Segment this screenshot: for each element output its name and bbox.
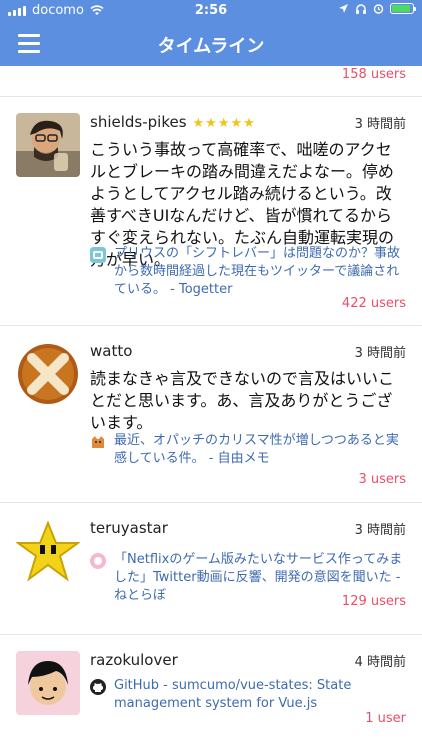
navigation-bar: タイムライン: [0, 22, 422, 66]
entry-title[interactable]: GitHub - sumcumo/vue-states: State manag…: [114, 677, 404, 713]
alarm-icon: [373, 4, 384, 14]
entry-link[interactable]: プリウスの「シフトレバー」は問題なのか？事故から数時間経過した現在もツイッターで…: [90, 245, 404, 299]
users-count[interactable]: 1 user: [365, 711, 406, 726]
status-right: [338, 3, 416, 14]
timestamp: 4 時間前: [354, 655, 406, 670]
timeline-item[interactable]: shields-pikes ★★★★★ 3 時間前 こういう事故って高確率で、咄嗟…: [0, 97, 422, 326]
entry-title[interactable]: 最近、オパッチのカリスマ性が増しつつあると実感している件。 - 自由メモ: [114, 432, 404, 468]
battery-icon: [390, 3, 416, 14]
headphones-icon: [356, 4, 366, 14]
top-bar: docomo 2:56 タイムライン: [0, 0, 422, 66]
cat-favicon-icon: [92, 436, 104, 448]
location-icon: [339, 4, 348, 13]
timeline-item[interactable]: teruyastar 3 時間前 「Netflixのゲーム版みたいなサービス作っ…: [0, 503, 422, 635]
entry-link[interactable]: 最近、オパッチのカリスマ性が増しつつあると実感している件。 - 自由メモ: [90, 432, 404, 468]
users-count[interactable]: 158 users: [342, 67, 406, 82]
user-name[interactable]: shields-pikes ★★★★★: [90, 113, 256, 131]
netorabo-favicon-icon: [90, 553, 106, 569]
timeline-item[interactable]: watto 3 時間前 読まなきゃ言及できないので言及はいいことだと思います。あ…: [0, 326, 422, 503]
users-count[interactable]: 3 users: [358, 472, 406, 487]
star-rating: ★★★★★: [192, 116, 256, 131]
user-name[interactable]: razokulover: [90, 651, 178, 669]
timeline-feed[interactable]: 158 users shields-pikes ★★★★★ 3 時間前 こういう事…: [0, 66, 422, 750]
users-count[interactable]: 129 users: [342, 594, 406, 609]
avatar[interactable]: [16, 651, 80, 715]
entry-link[interactable]: GitHub - sumcumo/vue-states: State manag…: [90, 677, 404, 713]
togetter-favicon-icon: [90, 247, 106, 263]
timeline-item-partial[interactable]: 158 users: [0, 66, 422, 97]
timestamp: 3 時間前: [354, 117, 406, 132]
github-icon: [90, 679, 106, 695]
timestamp: 3 時間前: [354, 346, 406, 361]
user-name-text[interactable]: shields-pikes: [90, 113, 187, 131]
entry-title[interactable]: プリウスの「シフトレバー」は問題なのか？事故から数時間経過した現在もツイッターで…: [114, 245, 404, 299]
users-count[interactable]: 422 users: [342, 296, 406, 311]
avatar[interactable]: [16, 519, 80, 583]
timestamp: 3 時間前: [354, 523, 406, 538]
comment-text: 読まなきゃ言及できないので言及はいいことだと思います。あ、言及ありがとうございま…: [90, 369, 395, 432]
avatar[interactable]: [16, 113, 80, 177]
avatar[interactable]: [16, 342, 80, 406]
user-name[interactable]: watto: [90, 342, 132, 360]
status-bar: docomo 2:56: [0, 0, 422, 22]
timeline-item[interactable]: razokulover 4 時間前 GitHub - sumcumo/vue-s…: [0, 635, 422, 750]
user-name[interactable]: teruyastar: [90, 519, 168, 537]
page-title: タイムライン: [157, 36, 265, 57]
